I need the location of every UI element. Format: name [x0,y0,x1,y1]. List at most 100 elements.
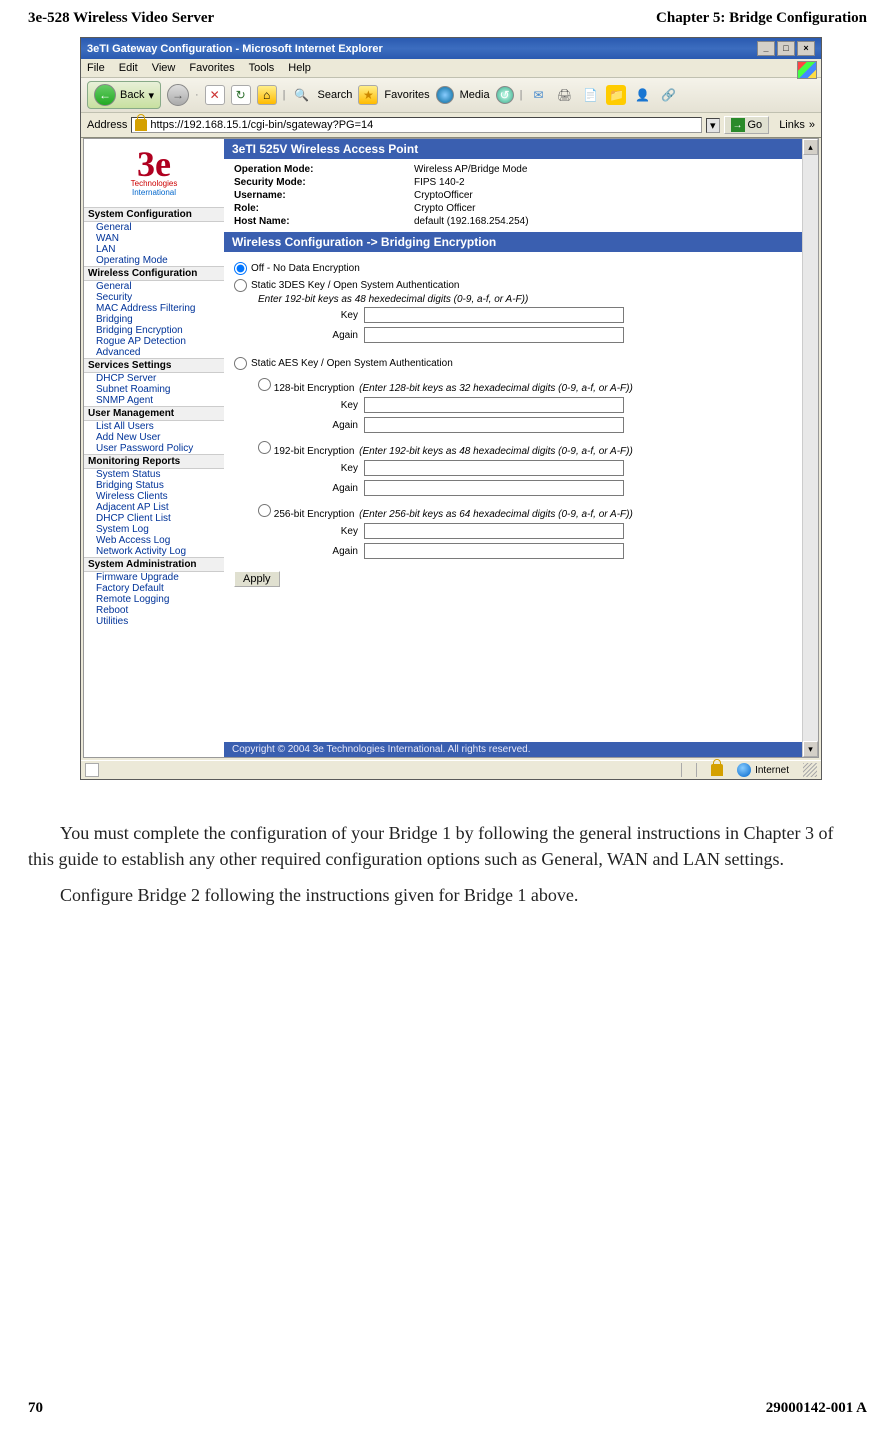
nav-wgeneral[interactable]: General [96,281,132,292]
nav-rogue[interactable]: Rogue AP Detection [96,336,186,347]
nav-wclients[interactable]: Wireless Clients [96,491,168,502]
nav-dhcp[interactable]: DHCP Server [96,373,156,384]
nav-listusers[interactable]: List All Users [96,421,154,432]
links-label[interactable]: Links [773,119,805,131]
nav-adduser[interactable]: Add New User [96,432,160,443]
stop-button[interactable]: ✕ [205,85,225,105]
nav-bridging[interactable]: Bridging [96,314,133,325]
input-3des-again[interactable] [364,327,624,343]
close-button[interactable]: × [797,41,815,56]
info-host-lbl: Host Name: [234,216,414,227]
info-op-val: Wireless AP/Bridge Mode [414,164,527,175]
radio-aes256[interactable] [258,504,271,517]
input-aes256-key[interactable] [364,523,624,539]
media-button[interactable]: Media [460,89,490,101]
menu-view[interactable]: View [152,62,176,74]
edit-button[interactable]: 📄 [580,85,600,105]
nav-lan[interactable]: LAN [96,244,115,255]
nav-netlog[interactable]: Network Activity Log [96,546,186,557]
input-aes192-again[interactable] [364,480,624,496]
nav-advanced[interactable]: Advanced [96,347,140,358]
menu-tools[interactable]: Tools [249,62,275,74]
nav-adjap[interactable]: Adjacent AP List [96,502,169,513]
info-host-val: default (192.168.254.254) [414,216,529,227]
nav-firmware[interactable]: Firmware Upgrade [96,572,179,583]
input-3des-key[interactable] [364,307,624,323]
nav-wan[interactable]: WAN [96,233,119,244]
nav-subnet[interactable]: Subnet Roaming [96,384,171,395]
radio-off[interactable] [234,262,247,275]
discuss-button[interactable]: 📁 [606,85,626,105]
hint-aes192: (Enter 192-bit keys as 48 hexadecimal di… [357,446,633,457]
input-aes192-key[interactable] [364,460,624,476]
page-number: 70 [28,1400,43,1417]
minimize-button[interactable]: _ [757,41,775,56]
radio-aes256-label: 256-bit Encryption [274,509,355,520]
nav-opmode[interactable]: Operating Mode [96,255,168,266]
mail-button[interactable]: ✉ [528,85,548,105]
scrollbar[interactable]: ▴ ▾ [802,139,818,757]
nav-weblog[interactable]: Web Access Log [96,535,170,546]
refresh-button[interactable]: ↻ [231,85,251,105]
radio-aes192[interactable] [258,441,271,454]
info-sec-lbl: Security Mode: [234,177,414,188]
nav-bridgeenc[interactable]: Bridging Encryption [96,325,183,336]
nav-head-admin: System Administration [84,557,224,572]
apply-button[interactable]: Apply [234,571,280,587]
nav-snmp[interactable]: SNMP Agent [96,395,153,406]
history-button[interactable]: ↺ [496,86,514,104]
radio-aes128[interactable] [258,378,271,391]
lbl-3des-key: Key [304,310,364,321]
windows-logo-icon [797,61,817,79]
info-user-lbl: Username: [234,190,414,201]
input-aes128-again[interactable] [364,417,624,433]
logo-intl: International [132,188,176,197]
toolbar-extra-icon[interactable]: 🔗 [658,85,678,105]
nav-dhcpclients[interactable]: DHCP Client List [96,513,171,524]
nav-head-services: Services Settings [84,358,224,373]
address-input[interactable]: https://192.168.15.1/cgi-bin/sgateway?PG… [131,117,702,133]
menu-file[interactable]: File [87,62,105,74]
menu-edit[interactable]: Edit [119,62,138,74]
links-expand-icon[interactable]: » [809,119,815,131]
info-role-lbl: Role: [234,203,414,214]
print-button[interactable]: 🖨 [554,85,574,105]
nav-syslog[interactable]: System Log [96,524,149,535]
radio-3des[interactable] [234,279,247,292]
nav-security[interactable]: Security [96,292,132,303]
input-aes128-key[interactable] [364,397,624,413]
menu-favorites[interactable]: Favorites [189,62,234,74]
nav-utilities[interactable]: Utilities [96,616,128,627]
nav-sysstatus[interactable]: System Status [96,469,160,480]
nav-bridgestatus[interactable]: Bridging Status [96,480,164,491]
back-button[interactable]: ← Back ▾ [87,81,161,109]
radio-3des-label: Static 3DES Key / Open System Authentica… [251,280,459,291]
radio-aes128-label: 128-bit Encryption [274,383,355,394]
input-aes256-again[interactable] [364,543,624,559]
messenger-icon[interactable]: 👤 [632,85,652,105]
go-button[interactable]: → Go [724,116,770,134]
menu-help[interactable]: Help [288,62,311,74]
search-button[interactable]: Search [318,89,353,101]
nav-head-user: User Management [84,406,224,421]
forward-button[interactable]: → [167,84,189,106]
scroll-up-icon[interactable]: ▴ [803,139,818,155]
hint-3des: Enter 192-bit keys as 48 hexedecimal dig… [234,294,792,305]
nav-head-monitor: Monitoring Reports [84,454,224,469]
back-label: Back [120,89,144,101]
radio-aes[interactable] [234,357,247,370]
nav-remotelog[interactable]: Remote Logging [96,594,169,605]
status-page-icon [85,763,99,777]
resize-grip-icon[interactable] [803,763,817,777]
home-button[interactable]: ⌂ [257,85,277,105]
nav-reboot[interactable]: Reboot [96,605,128,616]
logo: 3e TechnologiesInternational [84,143,224,207]
nav-pwpolicy[interactable]: User Password Policy [96,443,193,454]
nav-general[interactable]: General [96,222,132,233]
nav-macfilter[interactable]: MAC Address Filtering [96,303,195,314]
scroll-down-icon[interactable]: ▾ [803,741,818,757]
address-dropdown-icon[interactable]: ▾ [706,118,720,133]
maximize-button[interactable]: □ [777,41,795,56]
favorites-button[interactable]: Favorites [384,89,429,101]
nav-factory[interactable]: Factory Default [96,583,164,594]
